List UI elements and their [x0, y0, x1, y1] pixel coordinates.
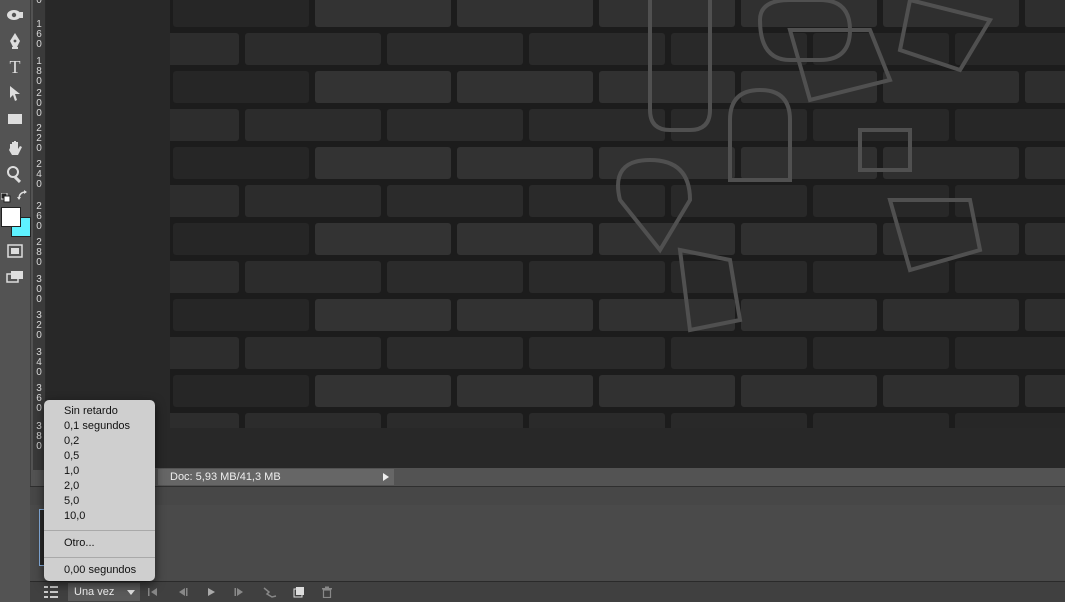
delay-option-2-0[interactable]: 2,0 — [64, 480, 79, 493]
status-bar: Doc: 5,93 MB/41,3 MB — [46, 468, 1065, 486]
frame-delay-menu: Sin retardo 0,1 segundos 0,2 0,5 1,0 2,0… — [44, 400, 155, 581]
chevron-down-icon — [127, 590, 135, 595]
timeline-panel — [30, 505, 1065, 581]
screen-mode-icon[interactable] — [3, 266, 27, 288]
delay-option-none[interactable]: Sin retardo — [64, 405, 118, 418]
crop-eye-icon[interactable] — [3, 4, 27, 26]
previous-frame-icon[interactable] — [175, 585, 189, 599]
doc-size-info[interactable]: Doc: 5,93 MB/41,3 MB — [158, 469, 394, 485]
delay-option-0-1[interactable]: 0,1 segundos — [64, 420, 130, 433]
delay-option-other[interactable]: Otro... — [64, 537, 95, 550]
menu-divider — [44, 530, 155, 531]
duplicate-frame-icon[interactable] — [292, 585, 306, 599]
delay-option-5-0[interactable]: 5,0 — [64, 495, 79, 508]
ruler-tick-label: 0 — [36, 0, 42, 6]
document-canvas[interactable] — [170, 0, 1065, 428]
quick-mask-icon[interactable] — [3, 240, 27, 262]
delay-option-0-5[interactable]: 0,5 — [64, 450, 79, 463]
loop-options-select[interactable]: Una vez — [68, 583, 140, 601]
delay-option-0-2[interactable]: 0,2 — [64, 435, 79, 448]
play-icon[interactable] — [204, 585, 218, 599]
tween-icon[interactable] — [262, 585, 278, 599]
next-frame-icon[interactable] — [233, 585, 247, 599]
loop-option-label: Una vez — [74, 586, 115, 598]
status-menu-arrow-icon[interactable] — [383, 473, 389, 481]
trash-icon[interactable] — [320, 585, 334, 599]
vertical-ruler: 0160180200220240260280300320340360380 — [33, 0, 46, 470]
delay-current-value[interactable]: 0,00 segundos — [64, 564, 136, 577]
delay-option-1-0[interactable]: 1,0 — [64, 465, 79, 478]
ruler-tick-label: 0 — [36, 257, 42, 268]
type-glyph: T — [9, 56, 21, 77]
pen-icon[interactable] — [3, 30, 27, 52]
rectangle-icon[interactable] — [3, 108, 27, 130]
timeline-header — [30, 486, 1065, 506]
ruler-tick-label: 0 — [36, 221, 42, 232]
menu-divider — [44, 557, 155, 558]
type-icon[interactable]: T — [3, 56, 27, 78]
ruler-tick-label: 0 — [36, 39, 42, 50]
ruler-tick-label: 0 — [36, 294, 42, 305]
convert-timeline-icon[interactable] — [42, 585, 60, 599]
brick-wall-image — [170, 0, 1065, 428]
ruler-tick-label: 0 — [36, 76, 42, 87]
foreground-color-swatch[interactable] — [1, 207, 21, 227]
hand-icon[interactable] — [3, 137, 27, 159]
delay-option-10-0[interactable]: 10,0 — [64, 510, 85, 523]
default-colors-icon[interactable] — [0, 190, 11, 203]
timeline-controls: Una vez — [30, 581, 1065, 602]
first-frame-icon[interactable] — [146, 585, 160, 599]
ruler-tick-label: 0 — [36, 143, 42, 154]
ruler-tick-label: 0 — [36, 108, 42, 119]
ruler-tick-label: 0 — [36, 367, 42, 378]
ruler-tick-label: 0 — [36, 179, 42, 190]
zoom-icon[interactable] — [3, 163, 27, 185]
tools-panel: T — [0, 0, 31, 601]
ruler-tick-label: 0 — [36, 330, 42, 341]
swap-colors-icon[interactable] — [17, 189, 29, 201]
path-selection-icon[interactable] — [3, 82, 27, 104]
